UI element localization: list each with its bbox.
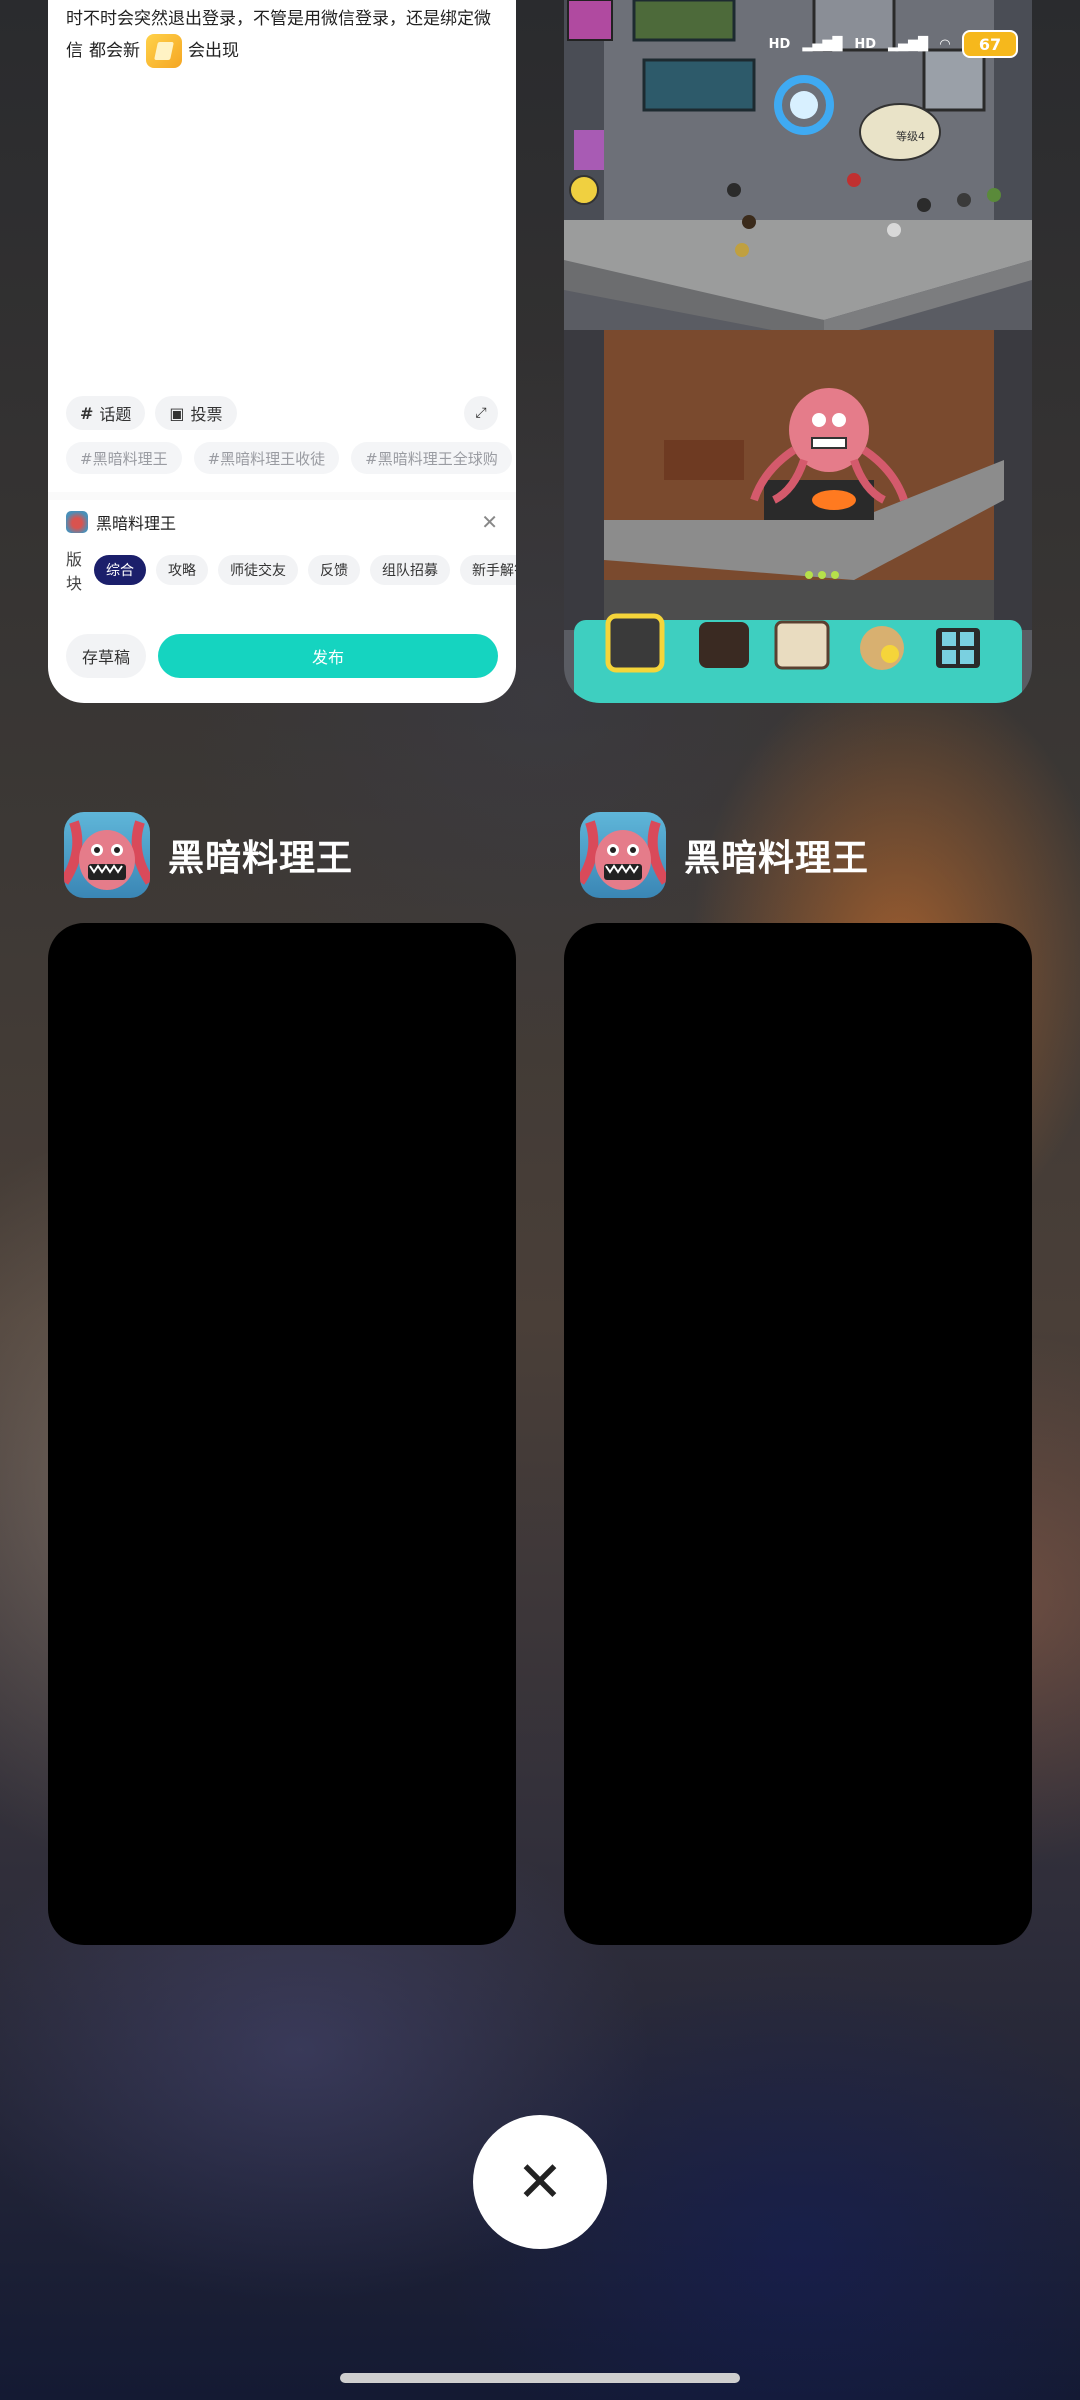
signal-label-2: HD: [854, 36, 876, 52]
post-line-2a: 信: [66, 41, 83, 61]
divider: [48, 492, 516, 500]
section-chip-guide[interactable]: 攻略: [156, 555, 209, 585]
notes-app-icon: [146, 34, 182, 68]
section-chip-general[interactable]: 综合: [94, 555, 147, 585]
composer-actions: 存草稿 发布: [66, 634, 498, 678]
app-title: 黑暗料理王: [168, 838, 354, 879]
topic-button-label: 话题: [99, 405, 132, 424]
close-icon[interactable]: ✕: [481, 510, 498, 534]
app-icon: [580, 812, 666, 898]
signal-icon: ▂▄▆█: [802, 36, 843, 52]
recent-task-card-composer[interactable]: 时不时会突然退出登录，不管是用微信登录，还是绑定微 信 都会新 会出现 # 话题…: [48, 0, 516, 703]
topic-suggestions: #黑暗料理王 #黑暗料理王收徒 #黑暗料理王全球购: [66, 442, 512, 474]
selected-game-row: 黑暗料理王 ✕: [66, 510, 498, 534]
topic-chip[interactable]: #黑暗料理王全球购: [351, 442, 512, 474]
vote-button[interactable]: ▣ 投票: [155, 396, 237, 430]
poll-icon: ▣: [169, 403, 185, 423]
app-title: 黑暗料理王: [684, 838, 870, 879]
section-chip-feedback[interactable]: 反馈: [308, 555, 361, 585]
recent-app-header[interactable]: 黑暗料理王: [64, 812, 353, 898]
app-icon: [64, 812, 150, 898]
recent-task-card[interactable]: [48, 923, 516, 1945]
section-chip-newbie[interactable]: 新手解答: [460, 555, 516, 585]
status-bar: HD ▂▄▆█ HD ▂▄▆█ ◠ 67: [769, 30, 1018, 58]
section-selector: 版块 综合 攻略 师徒交友 反馈 组队招募 新手解答: [66, 546, 516, 594]
section-label: 版块: [66, 550, 83, 593]
post-body-text: 时不时会突然退出登录，不管是用微信登录，还是绑定微 信 都会新 会出现: [66, 4, 506, 68]
game-scene: [564, 0, 1032, 703]
section-chip-team[interactable]: 组队招募: [370, 555, 451, 585]
topic-button[interactable]: # 话题: [66, 396, 146, 430]
post-line-1: 时不时会突然退出登录，不管是用微信登录，还是绑定微: [66, 9, 491, 29]
level-badge: 等级4: [896, 130, 925, 143]
recent-task-card[interactable]: [564, 923, 1032, 1945]
publish-button[interactable]: 发布: [158, 634, 498, 678]
clear-all-button[interactable]: ✕: [473, 2115, 607, 2249]
post-line-2c: 会出现: [188, 41, 239, 61]
section-chip-mentor[interactable]: 师徒交友: [218, 555, 299, 585]
save-draft-button[interactable]: 存草稿: [66, 634, 147, 678]
topic-chip[interactable]: #黑暗料理王: [66, 442, 182, 474]
game-icon: [66, 511, 88, 533]
signal-label-1: HD: [768, 36, 791, 52]
selected-game-name: 黑暗料理王: [96, 514, 177, 533]
home-indicator[interactable]: [340, 2373, 740, 2383]
composer-toolbar: # 话题 ▣ 投票 ⤢: [66, 396, 498, 430]
recent-app-header[interactable]: 黑暗料理王: [580, 812, 869, 898]
topic-chip[interactable]: #黑暗料理王收徒: [193, 442, 340, 474]
battery-indicator: 67: [962, 30, 1018, 58]
wifi-icon: ◠: [940, 36, 950, 52]
recent-task-card-game[interactable]: HD ▂▄▆█ HD ▂▄▆█ ◠ 67 等级4: [564, 0, 1032, 703]
expand-icon: ⤢: [475, 405, 487, 421]
signal-icon: ▂▄▆█: [888, 36, 928, 52]
post-line-2b: 都会新: [89, 41, 140, 61]
vote-button-label: 投票: [190, 405, 223, 424]
hash-icon: #: [80, 403, 94, 423]
close-icon: ✕: [516, 2149, 564, 2215]
post-line-2: 信 都会新 会出现: [66, 34, 506, 68]
expand-button[interactable]: ⤢: [464, 396, 498, 430]
